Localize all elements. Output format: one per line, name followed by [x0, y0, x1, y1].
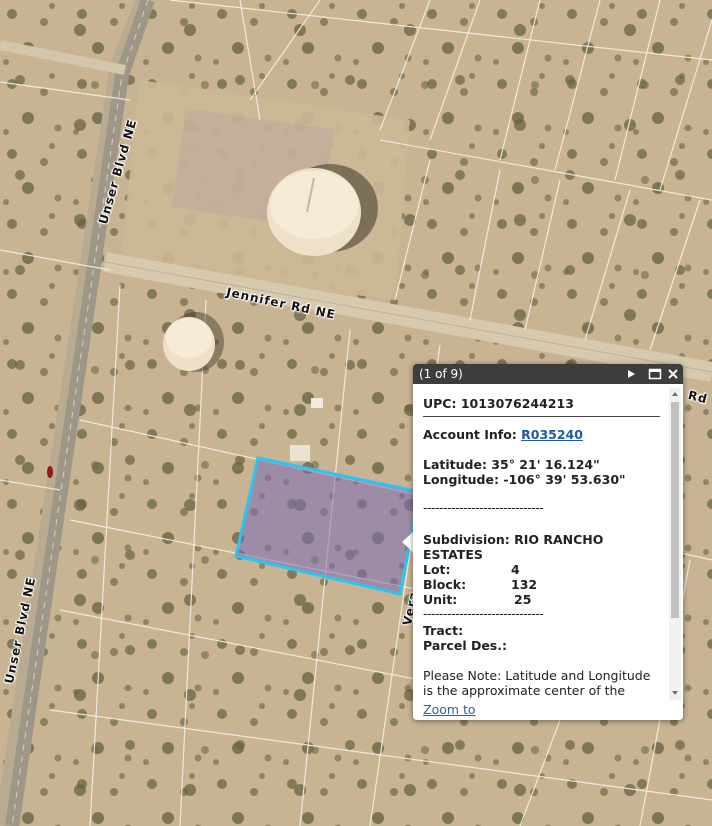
separator-2: ------------------------------	[423, 606, 544, 621]
account-info: Account Info: R035240	[423, 427, 657, 442]
popup-header: (1 of 9)	[413, 364, 683, 384]
maximize-icon	[648, 368, 662, 380]
popup-scrollbar[interactable]	[669, 388, 681, 700]
block-row: Block: 132	[423, 577, 657, 592]
divider	[423, 416, 660, 417]
upc-text: UPC: 1013076244213	[423, 396, 574, 411]
tract-label: Tract:	[423, 623, 464, 638]
parcel-des-label: Parcel Des.:	[423, 638, 507, 653]
lot-value: 4	[511, 562, 520, 577]
block-value: 132	[511, 577, 538, 592]
info-popup: (1 of 9) UPC: 1013076244213 Account Info…	[413, 364, 683, 720]
unit-label: Unit:	[423, 592, 458, 607]
unit-value: 25	[514, 592, 532, 607]
subdivision-text: Subdivision: RIO RANCHO	[423, 532, 604, 547]
unit-row: Unit: 25	[423, 592, 657, 607]
maximize-button[interactable]	[648, 367, 662, 381]
popup-content[interactable]: UPC: 1013076244213 Account Info: R035240…	[413, 388, 667, 700]
lot-row: Lot: 4	[423, 562, 657, 577]
close-button[interactable]	[666, 367, 680, 381]
lot-label: Lot:	[423, 562, 451, 577]
latitude-text: Latitude: 35° 21' 16.124"	[423, 457, 600, 472]
note-text: Please Note: Latitude and Longitude is t…	[423, 668, 651, 700]
zoom-to-link[interactable]: Zoom to	[423, 702, 476, 717]
account-label: Account Info:	[423, 427, 522, 442]
next-button[interactable]	[624, 367, 638, 381]
separator: ------------------------------	[423, 500, 544, 515]
longitude-text: Longitude: -106° 39' 53.630"	[423, 472, 626, 487]
block-label: Block:	[423, 577, 467, 592]
account-link[interactable]: R035240	[521, 427, 583, 442]
close-icon	[668, 369, 678, 379]
result-counter: (1 of 9)	[419, 367, 463, 381]
subdivision-text-cont: ESTATES	[423, 547, 483, 562]
next-icon	[628, 370, 635, 378]
